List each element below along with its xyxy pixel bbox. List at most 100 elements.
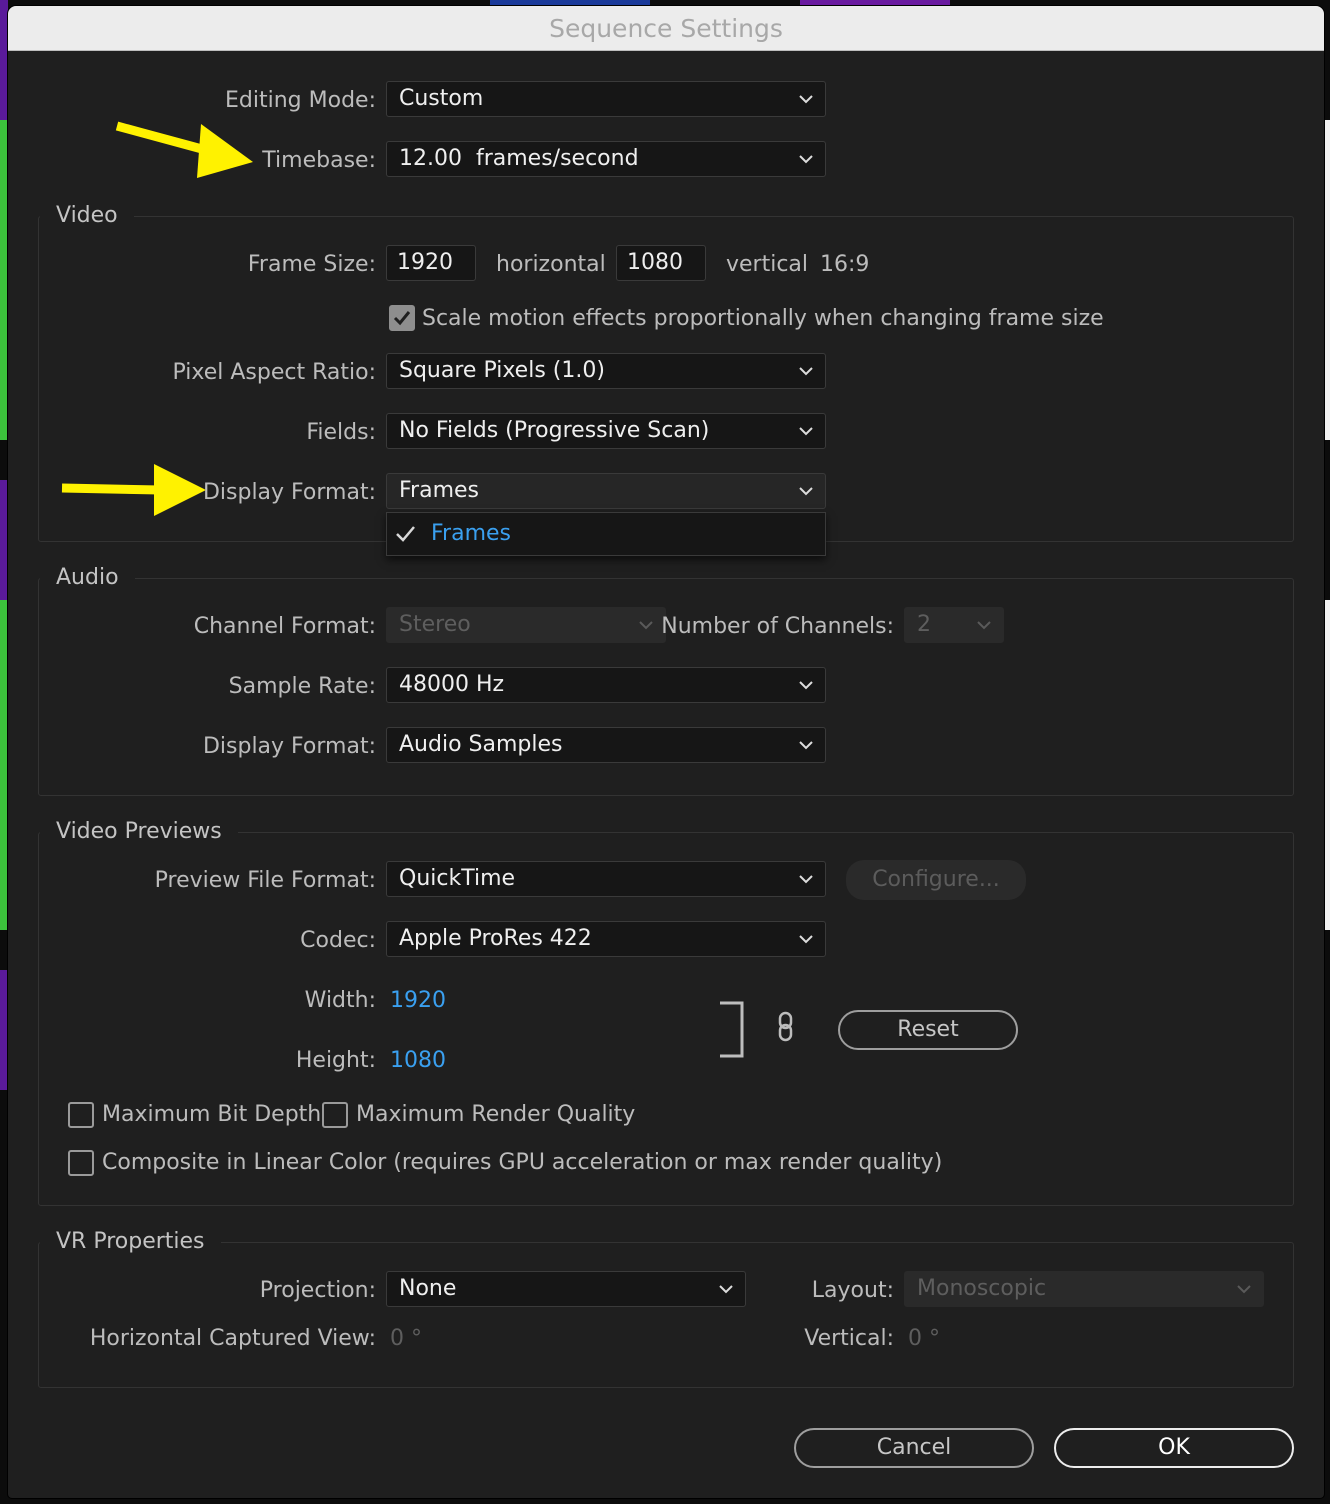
background-stripe <box>0 970 8 1090</box>
background-stripe <box>0 0 8 120</box>
pixel-aspect-label: Pixel Aspect Ratio: <box>172 360 377 385</box>
max-bit-depth-checkbox[interactable] <box>68 1102 94 1128</box>
fields-value: No Fields (Progressive Scan) <box>399 418 710 443</box>
layout-dropdown: Monoscopic <box>904 1271 1264 1307</box>
checkmark-icon <box>393 311 411 326</box>
background-stripe <box>1324 120 1330 440</box>
preview-width-value[interactable]: 1920 <box>390 988 446 1013</box>
num-channels-label: Number of Channels: <box>661 614 894 639</box>
h-captured-view-label: Horizontal Captured View: <box>89 1326 376 1351</box>
frame-size-label: Frame Size: <box>247 252 376 277</box>
audio-group-title: Audio <box>40 565 135 590</box>
pixel-aspect-dropdown[interactable]: Square Pixels (1.0) <box>386 353 826 389</box>
frame-width-input[interactable]: 1920 <box>386 245 476 281</box>
audio-display-format-dropdown[interactable]: Audio Samples <box>386 727 826 763</box>
horizontal-label: horizontal <box>496 252 606 277</box>
timebase-dropdown[interactable]: 12.00 frames/second <box>386 141 826 177</box>
codec-value: Apple ProRes 422 <box>399 926 592 951</box>
dialog-title: Sequence Settings <box>8 6 1324 51</box>
fields-label: Fields: <box>306 420 376 445</box>
sample-rate-label: Sample Rate: <box>228 674 376 699</box>
chevron-down-icon <box>797 150 815 168</box>
background-stripe <box>0 600 8 930</box>
annotation-arrow-icon <box>115 121 253 178</box>
editing-mode-dropdown[interactable]: Custom <box>386 81 826 117</box>
aspect-ratio-readout: 16:9 <box>820 252 870 277</box>
audio-display-format-value: Audio Samples <box>399 732 563 757</box>
background-stripe <box>0 480 8 600</box>
timebase-value: 12.00 frames/second <box>399 146 639 171</box>
display-format-menu: Frames <box>386 512 826 556</box>
menu-item-label: Frames <box>431 521 512 546</box>
editing-mode-label: Editing Mode: <box>225 88 376 113</box>
chevron-down-icon <box>637 616 655 634</box>
max-render-quality-label: Maximum Render Quality <box>356 1102 636 1127</box>
chain-link-icon[interactable] <box>774 1010 798 1046</box>
channel-format-value: Stereo <box>399 612 471 637</box>
max-render-quality-checkbox[interactable] <box>322 1102 348 1128</box>
chevron-down-icon <box>797 362 815 380</box>
cancel-button[interactable]: Cancel <box>794 1428 1034 1468</box>
fields-dropdown[interactable]: No Fields (Progressive Scan) <box>386 413 826 449</box>
preview-file-format-dropdown[interactable]: QuickTime <box>386 861 826 897</box>
preview-height-label: Height: <box>295 1048 376 1073</box>
sample-rate-dropdown[interactable]: 48000 Hz <box>386 667 826 703</box>
video-display-format-label: Display Format: <box>202 480 376 505</box>
annotation-arrow-icon <box>61 464 206 516</box>
codec-dropdown[interactable]: Apple ProRes 422 <box>386 921 826 957</box>
channel-format-label: Channel Format: <box>193 614 376 639</box>
background-stripe <box>0 120 8 440</box>
link-bracket-icon <box>720 1001 744 1058</box>
video-display-format-value: Frames <box>399 478 480 503</box>
preview-width-label: Width: <box>304 988 376 1013</box>
max-bit-depth-label: Maximum Bit Depth <box>102 1102 322 1127</box>
preview-file-format-label: Preview File Format: <box>154 868 376 893</box>
video-display-format-dropdown[interactable]: Frames <box>386 473 826 509</box>
chevron-down-icon <box>797 90 815 108</box>
sequence-settings-dialog: Sequence Settings Editing Mode: Custom T… <box>8 6 1324 1498</box>
configure-button: Configure... <box>846 860 1026 900</box>
num-channels-value: 2 <box>917 612 931 637</box>
chevron-down-icon <box>797 482 815 500</box>
chevron-down-icon <box>1235 1280 1253 1298</box>
projection-value: None <box>399 1276 457 1301</box>
background-stripe <box>1324 600 1330 930</box>
sample-rate-value: 48000 Hz <box>399 672 505 697</box>
pixel-aspect-value: Square Pixels (1.0) <box>399 358 605 383</box>
layout-value: Monoscopic <box>917 1276 1047 1301</box>
reset-button[interactable]: Reset <box>838 1010 1018 1050</box>
vr-properties-group <box>38 1242 1294 1388</box>
composite-linear-checkbox[interactable] <box>68 1150 94 1176</box>
chevron-down-icon <box>797 870 815 888</box>
timebase-label: Timebase: <box>262 148 376 173</box>
chevron-down-icon <box>797 930 815 948</box>
audio-display-format-label: Display Format: <box>202 734 376 759</box>
scale-motion-label: Scale motion effects proportionally when… <box>422 306 1104 331</box>
video-previews-group-title: Video Previews <box>40 819 238 844</box>
preview-file-format-value: QuickTime <box>399 866 516 891</box>
preview-height-value[interactable]: 1080 <box>390 1048 446 1073</box>
vertical-view-value: 0 ° <box>908 1326 940 1351</box>
vertical-view-label: Vertical: <box>804 1326 894 1351</box>
video-group-title: Video <box>40 203 134 228</box>
chevron-down-icon <box>975 616 993 634</box>
chevron-down-icon <box>797 676 815 694</box>
editing-mode-value: Custom <box>399 86 484 111</box>
composite-linear-label: Composite in Linear Color (requires GPU … <box>102 1150 943 1175</box>
vertical-label: vertical <box>726 252 809 277</box>
ok-button[interactable]: OK <box>1054 1428 1294 1468</box>
scale-motion-checkbox[interactable] <box>389 305 415 331</box>
checkmark-icon <box>396 526 415 542</box>
layout-label: Layout: <box>811 1278 894 1303</box>
channel-format-dropdown: Stereo <box>386 607 666 643</box>
chevron-down-icon <box>717 1280 735 1298</box>
projection-label: Projection: <box>259 1278 376 1303</box>
projection-dropdown[interactable]: None <box>386 1271 746 1307</box>
vr-properties-group-title: VR Properties <box>40 1229 221 1254</box>
chevron-down-icon <box>797 422 815 440</box>
frame-height-input[interactable]: 1080 <box>616 245 706 281</box>
chevron-down-icon <box>797 736 815 754</box>
h-captured-view-value: 0 ° <box>390 1326 422 1351</box>
codec-label: Codec: <box>300 928 376 953</box>
menu-item-frames[interactable]: Frames <box>387 513 825 555</box>
